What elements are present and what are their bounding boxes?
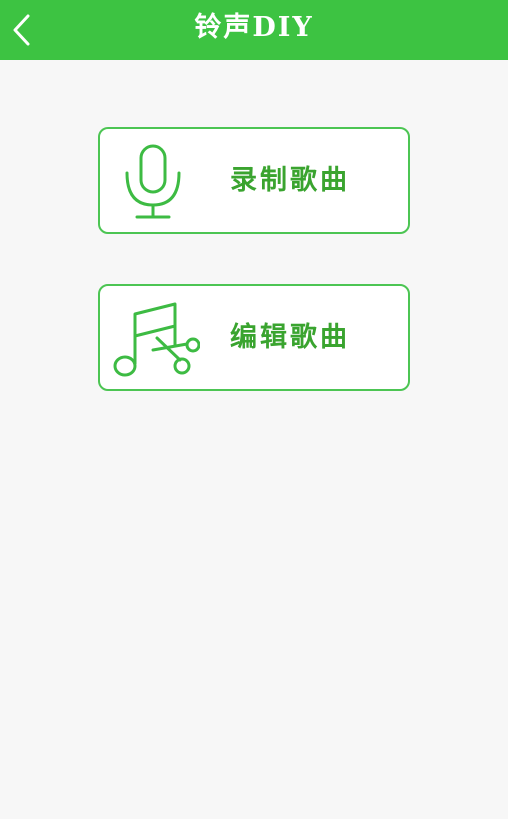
top-bar: 铃声DIY — [0, 0, 508, 60]
record-song-button[interactable]: 录制歌曲 — [98, 127, 410, 234]
microphone-icon — [125, 144, 181, 219]
edit-song-label: 编辑歌曲 — [230, 322, 350, 353]
page-title: 铃声DIY — [194, 12, 314, 43]
music-scissors-icon — [113, 302, 200, 377]
edit-song-button[interactable]: 编辑歌曲 — [98, 284, 410, 391]
record-song-label: 录制歌曲 — [230, 165, 350, 196]
